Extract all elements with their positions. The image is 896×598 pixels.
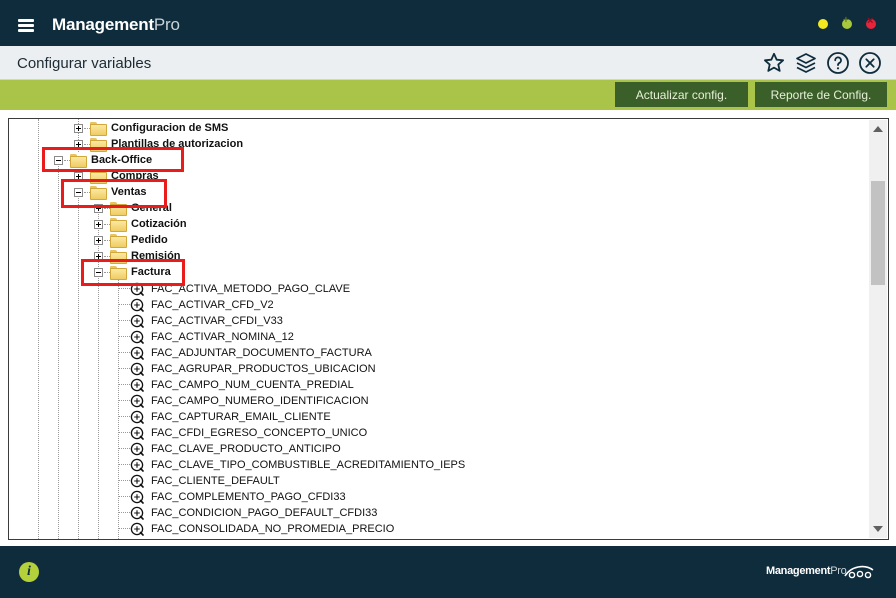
tree-variable-item[interactable]: FAC_ADJUNTAR_DOCUMENTO_FACTURA: [151, 347, 372, 360]
variable-icon: [130, 506, 144, 520]
variable-icon: [130, 426, 144, 440]
tree-scrollbar[interactable]: [869, 120, 887, 538]
tree-variable-item[interactable]: FAC_CAPTURAR_EMAIL_CLIENTE: [151, 411, 331, 424]
tree-connector: [118, 336, 130, 337]
tree-guide: [38, 119, 39, 539]
scroll-up-arrow[interactable]: [873, 126, 883, 132]
tree-variable-item[interactable]: FAC_CLAVE_TIPO_COMBUSTIBLE_ACREDITAMIENT…: [151, 459, 465, 472]
tree-connector: [118, 384, 130, 385]
tree-variable-item[interactable]: FAC_ACTIVAR_CFD_V2: [151, 299, 274, 312]
tree-guide: [58, 159, 59, 539]
help-icon[interactable]: [826, 51, 850, 75]
folder-icon: [110, 234, 127, 248]
tree-variable-item[interactable]: FAC_CAMPO_NUMERO_IDENTIFICACION: [151, 395, 369, 408]
expander-pedido[interactable]: [94, 236, 103, 245]
tree-guide: [78, 192, 79, 539]
tree-connector: [118, 480, 130, 481]
close-window-button[interactable]: [866, 15, 876, 29]
variable-icon: [130, 314, 144, 328]
info-icon[interactable]: i: [19, 562, 39, 582]
app-brand: ManagementPro: [52, 15, 180, 35]
title-bar: ManagementPro: [0, 0, 896, 46]
variable-icon: [130, 522, 144, 536]
tree-variable-item[interactable]: FAC_CONSOLIDADA_NO_PROMEDIA_PRECIO: [151, 523, 394, 536]
tree-node-sms[interactable]: Configuracion de SMS: [111, 122, 228, 135]
status-footer: i ManagementPro: [0, 546, 896, 598]
variable-icon: [130, 458, 144, 472]
variable-icon: [130, 346, 144, 360]
expander-cotizacion[interactable]: [94, 220, 103, 229]
update-config-button[interactable]: Actualizar config.: [615, 82, 748, 107]
page-header: Configurar variables: [0, 46, 896, 80]
tree-variable-item[interactable]: FAC_CFDI_EGRESO_CONCEPTO_UNICO: [151, 427, 367, 440]
folder-icon: [90, 122, 107, 136]
variable-icon: [130, 490, 144, 504]
variable-icon: [130, 442, 144, 456]
scroll-down-arrow[interactable]: [873, 526, 883, 532]
tree-connector: [118, 496, 130, 497]
variable-icon: [130, 474, 144, 488]
tree-connector: [118, 352, 130, 353]
highlight-backoffice: [42, 147, 184, 172]
variable-icon: [130, 378, 144, 392]
tree-connector: [118, 528, 130, 529]
tree-connector: [118, 432, 130, 433]
tree-connector: [118, 320, 130, 321]
layers-icon[interactable]: [794, 51, 818, 75]
tree-variable-item[interactable]: FAC_AGRUPAR_PRODUCTOS_UBICACION: [151, 363, 376, 376]
highlight-ventas: [61, 179, 167, 208]
tree-connector: [118, 400, 130, 401]
tree-variable-item[interactable]: FAC_CAMPO_NUM_CUENTA_PREDIAL: [151, 379, 354, 392]
tree-connector: [118, 464, 130, 465]
tree-connector: [118, 288, 130, 289]
tree-variable-item[interactable]: FAC_ACTIVAR_CFDI_V33: [151, 315, 283, 328]
highlight-factura: [81, 259, 185, 286]
tree-connector: [118, 512, 130, 513]
tree-variable-item[interactable]: FAC_COMPLEMENTO_PAGO_CFDI33: [151, 491, 346, 504]
footer-logo: ManagementPro: [766, 565, 847, 577]
tree-variable-item[interactable]: FAC_CLAVE_PRODUCTO_ANTICIPO: [151, 443, 341, 456]
tree-variable-item[interactable]: FAC_CLIENTE_DEFAULT: [151, 475, 280, 488]
config-report-button[interactable]: Reporte de Config.: [755, 82, 887, 107]
folder-icon: [110, 218, 127, 232]
brand-bold: Management: [52, 15, 154, 34]
tree-connector: [118, 448, 130, 449]
brand-light: Pro: [153, 15, 180, 34]
footer-logo-mark-icon: [844, 565, 874, 579]
tree-variable-item[interactable]: FAC_CONDICION_PAGO_DEFAULT_CFDI33: [151, 507, 377, 520]
tree-node-cotizacion[interactable]: Cotización: [131, 218, 187, 231]
variable-icon: [130, 410, 144, 424]
scroll-thumb[interactable]: [871, 181, 885, 285]
close-circle-icon[interactable]: [858, 51, 882, 75]
menu-icon[interactable]: [18, 19, 34, 32]
footer-logo-bold: Management: [766, 565, 831, 577]
config-tree[interactable]: Configuracion de SMS Plantillas de autor…: [8, 118, 889, 540]
minimize-button[interactable]: [818, 19, 828, 29]
variable-icon: [130, 298, 144, 312]
page-title: Configurar variables: [17, 55, 152, 72]
tree-variable-item[interactable]: FAC_ACTIVAR_NOMINA_12: [151, 331, 294, 344]
tree-connector: [118, 416, 130, 417]
maximize-button[interactable]: [842, 15, 852, 29]
action-bar: Actualizar config. Reporte de Config.: [0, 80, 896, 110]
expander-sms[interactable]: [74, 124, 83, 133]
tree-guide: [118, 278, 119, 539]
variable-icon: [130, 394, 144, 408]
tree-connector: [118, 368, 130, 369]
variable-icon: [130, 330, 144, 344]
variable-icon: [130, 362, 144, 376]
tree-node-pedido[interactable]: Pedido: [131, 234, 168, 247]
tree-connector: [118, 304, 130, 305]
star-icon[interactable]: [762, 51, 786, 75]
